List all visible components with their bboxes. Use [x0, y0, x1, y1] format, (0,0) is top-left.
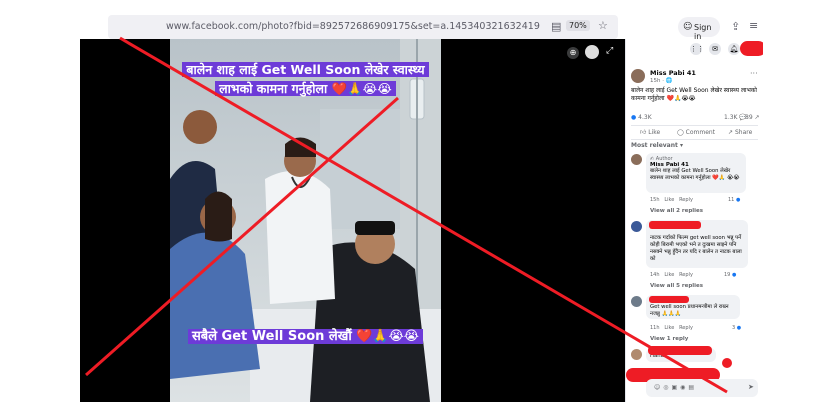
- comment-reaction-value: 11: [728, 197, 735, 203]
- reaction-icon: ●: [736, 325, 742, 331]
- reactions-value: 4.3K: [638, 114, 652, 121]
- reaction-icon: ●: [735, 197, 741, 203]
- composer-icons[interactable]: ☺◎▣◉▤: [654, 384, 697, 392]
- commenter-avatar[interactable]: [631, 221, 642, 232]
- redacted-avatar[interactable]: [740, 41, 763, 56]
- commenter-avatar[interactable]: [631, 349, 642, 360]
- zoom-level[interactable]: 70%: [566, 20, 590, 31]
- comment-reply-link[interactable]: Reply: [679, 197, 693, 203]
- divider: [631, 125, 758, 126]
- account-icon: ☺: [683, 22, 693, 32]
- comment-meta: 15h Like Reply: [650, 196, 693, 204]
- comment-reaction-count[interactable]: 19 ●: [724, 271, 736, 279]
- post-author[interactable]: Miss Pabi 41: [650, 69, 696, 77]
- share-label: Share: [734, 129, 753, 136]
- reader-view-icon[interactable]: ▤: [551, 21, 561, 33]
- photo-caption-bottom: सबैले Get Well Soon लेखौं ❤️🙏😭😭: [170, 327, 441, 346]
- view-replies-link[interactable]: View all 5 replies: [650, 282, 703, 290]
- comment-time[interactable]: 15h: [650, 197, 660, 203]
- comment-text: बालेन शाह लाई Get Well Soon लेखेर स्वास्…: [650, 168, 740, 181]
- like-button[interactable]: 👍︎ Like: [640, 129, 660, 137]
- reactions-count[interactable]: ● 4.3K: [631, 114, 652, 122]
- bookmark-star-icon[interactable]: ☆: [598, 20, 608, 32]
- comment-meta: 14h Like Reply: [650, 271, 693, 279]
- notifications-bell-icon[interactable]: 🔔︎: [728, 43, 740, 55]
- sign-in-button[interactable]: ☺ Sign in: [678, 17, 720, 41]
- comment-button[interactable]: ◯ Comment: [677, 129, 715, 137]
- options-icon[interactable]: [585, 45, 599, 59]
- view-replies-link[interactable]: View all 2 replies: [650, 207, 703, 215]
- redacted-author: [649, 221, 701, 229]
- comment-time[interactable]: 14h: [650, 272, 660, 278]
- comment-like-link[interactable]: Like: [664, 197, 674, 203]
- divider: [631, 139, 758, 140]
- share-arrow-icon: ↗: [728, 129, 734, 136]
- comment-like-link[interactable]: Like: [664, 272, 674, 278]
- redacted-author: [648, 346, 712, 355]
- comment-label: Comment: [685, 129, 716, 136]
- photo-caption-top: बालेन शाह लाई Get Well Soon लेखेर स्वास्…: [170, 60, 441, 98]
- comment-reaction-value: 19: [724, 272, 731, 278]
- send-icon[interactable]: ➤: [748, 383, 754, 391]
- commenter-avatar[interactable]: [631, 154, 642, 165]
- comment-text: नाटक गर्दाको फिल्म get well soon भन्नु प…: [650, 235, 742, 262]
- commenter-avatar[interactable]: [631, 296, 642, 307]
- comment-bubble-icon: ◯: [677, 129, 684, 136]
- comment-reaction-value: 3: [732, 325, 736, 331]
- url-text[interactable]: www.facebook.com/photo?fbid=892572686909…: [166, 21, 540, 32]
- share-button[interactable]: ↗ Share: [728, 129, 752, 137]
- comment-reaction-count[interactable]: 11 ●: [728, 196, 740, 204]
- post-text: बालेन शाह लाई Get Well Soon लेखेर स्वास्…: [631, 87, 757, 102]
- fullscreen-icon[interactable]: ⤢: [606, 46, 613, 56]
- post-photo[interactable]: बालेन शाह लाई Get Well Soon लेखेर स्वास्…: [170, 39, 441, 402]
- messenger-icon[interactable]: ✉: [709, 43, 721, 55]
- comment-meta: 11h Like Reply: [650, 324, 693, 332]
- more-options-icon[interactable]: ···: [750, 70, 758, 78]
- comment-bubble: Get well soon प्रधानमन्त्रीमा ले राख्न न…: [646, 295, 740, 319]
- menu-icon[interactable]: ≡: [749, 20, 758, 32]
- comment-reply-link[interactable]: Reply: [679, 325, 693, 331]
- post-time[interactable]: 15h · 🌐: [650, 77, 673, 85]
- comment-bubble: नाटक गर्दाको फिल्म get well soon भन्नु प…: [646, 220, 748, 268]
- comment-input[interactable]: ☺◎▣◉▤ ➤: [646, 379, 758, 397]
- zoom-in-icon[interactable]: ⊕: [567, 47, 579, 59]
- reaction-icon: ●: [731, 272, 737, 278]
- comment-sort[interactable]: Most relevant ▾: [631, 142, 683, 150]
- like-label: Like: [648, 129, 661, 136]
- comment-like-link[interactable]: Like: [664, 325, 674, 331]
- view-replies-link[interactable]: View 1 reply: [650, 335, 688, 343]
- comment-reply-link[interactable]: Reply: [679, 272, 693, 278]
- url-bar[interactable]: www.facebook.com/photo?fbid=892572686909…: [108, 15, 618, 39]
- comment-bubble: ✍ Author Miss Pabi 41 बालेन शाह लाई Get …: [646, 153, 746, 193]
- like-reaction-icon: ●: [631, 114, 637, 121]
- apps-grid-icon[interactable]: ⋮⋮: [690, 43, 704, 55]
- browser-toolbar: ◯ 🔒︎ ⇄ www.facebook.com/photo?fbid=89257…: [0, 0, 827, 41]
- comment-text: Get well soon प्रधानमन्त्रीमा ले राख्न न…: [650, 304, 729, 317]
- extensions-icon[interactable]: ⇪: [731, 21, 740, 33]
- comment-reaction-count[interactable]: 3 ●: [732, 324, 741, 332]
- post-side-panel: ⋮⋮ ✉ 🔔︎ Miss Pabi 41 15h · 🌐 ··· बालेन श…: [625, 39, 763, 402]
- comment-time[interactable]: 11h: [650, 325, 660, 331]
- comments-count[interactable]: 1.3K 💬: [724, 114, 747, 122]
- shares-count[interactable]: 89 ↗: [745, 114, 760, 122]
- redacted-author: [649, 296, 689, 303]
- thumbs-up-icon: 👍︎: [640, 129, 647, 136]
- author-avatar[interactable]: [631, 69, 645, 83]
